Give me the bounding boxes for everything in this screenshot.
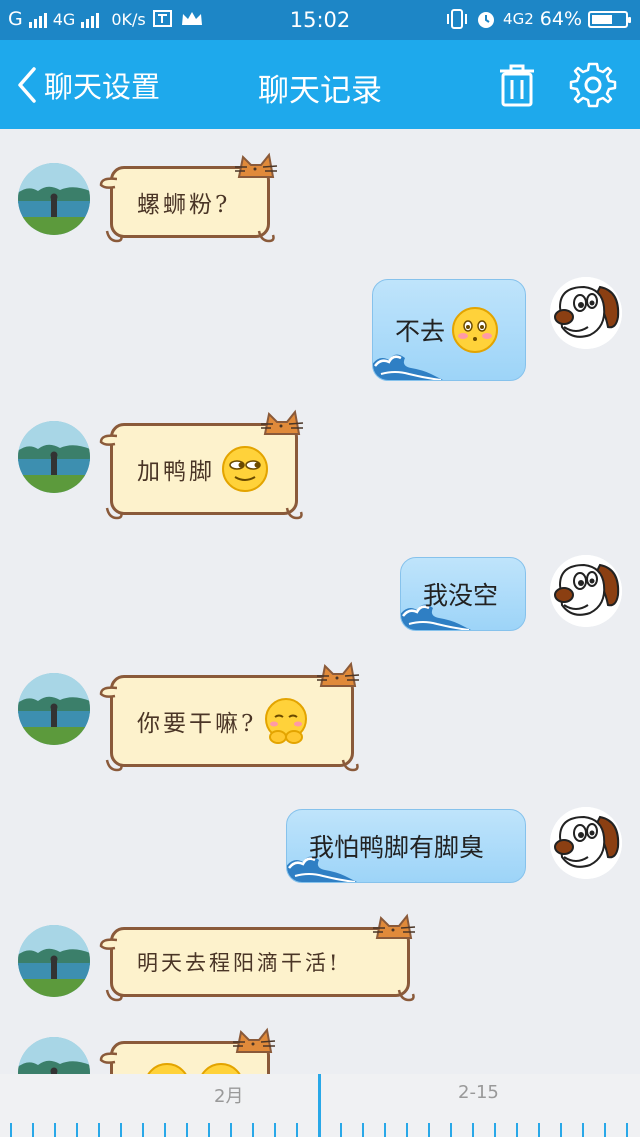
message-text: 螺蛳粉? [137,192,231,218]
status-right: 4G2 64% [445,8,631,30]
friend-avatar[interactable] [18,673,90,745]
bubble-curl [341,758,361,774]
blush-face-icon [451,306,499,354]
friend-avatar[interactable] [18,1037,90,1074]
status-bar: G 4G 0K/s 15:02 4G2 64% [0,0,640,40]
alarm-icon [478,12,495,28]
message-bubble[interactable]: 我没空 [400,557,526,631]
bubble-tail [99,434,117,448]
blush-face-icon [143,1062,191,1074]
message-bubble[interactable] [110,1041,270,1074]
my-avatar[interactable] [550,277,622,349]
message-bubble[interactable]: 我怕鸭脚有脚臭 [286,809,526,883]
bubble-tail [99,1052,117,1066]
cat-ears-icon [371,910,417,940]
smirk-face-icon [221,445,269,493]
battery-icon [588,10,631,28]
my-avatar[interactable] [550,807,622,879]
message-bubble[interactable]: 明天去程阳滴干活! [110,927,410,997]
bubble-curl [105,758,125,774]
message-bubble[interactable]: 螺蛳粉? [110,166,270,238]
trash-icon[interactable] [492,60,542,110]
gear-icon[interactable] [568,60,618,110]
cat-ears-icon [231,1024,277,1054]
network2-label: 4G2 [503,10,534,28]
message-text: 我没空 [423,581,499,610]
bubble-curl [105,506,125,522]
battery-percent: 64% [539,8,582,30]
date-timeline[interactable]: 2月 2-15 [0,1074,640,1137]
my-avatar[interactable] [550,555,622,627]
page-title: 聊天记录 [258,73,382,109]
message-text: 加鸭脚 [137,459,215,485]
message-text: 我怕鸭脚有脚臭 [309,833,485,862]
message-bubble[interactable]: 加鸭脚 [110,423,298,515]
timeline-ticks [0,1123,640,1137]
message-bubble[interactable]: 你要干嘛? [110,675,354,767]
message-text: 不去 [395,317,446,346]
vibrate-icon [447,9,468,29]
bubble-curl [105,988,125,1004]
bubble-curl [397,988,417,1004]
date-label: 2-15 [458,1082,499,1103]
month-label: 2月 [214,1086,244,1107]
cat-ears-icon [233,149,279,179]
message-text: 你要干嘛? [137,711,257,737]
friend-avatar[interactable] [18,925,90,997]
title-bar: 聊天设置 聊天记录 [0,40,640,129]
bubble-tail [99,177,117,191]
bubble-curl [257,229,277,245]
blush-face-icon [197,1062,245,1074]
friend-avatar[interactable] [18,163,90,235]
bubble-curl [285,506,305,522]
bubble-tail [99,686,117,700]
message-text: 明天去程阳滴干活! [137,951,341,975]
bubble-curl [105,229,125,245]
message-bubble[interactable]: 不去 [372,279,526,381]
friend-avatar[interactable] [18,421,90,493]
cat-ears-icon [259,406,305,436]
wave-decoration [372,344,447,381]
shy-face-icon [262,697,310,745]
bubble-tail [99,938,117,952]
chat-history[interactable]: 螺蛳粉? 不去 加鸭脚 我没空 你要干嘛? 我怕鸭脚有脚臭 明天去程阳滴干活! [0,129,640,1074]
cat-ears-icon [315,658,361,688]
